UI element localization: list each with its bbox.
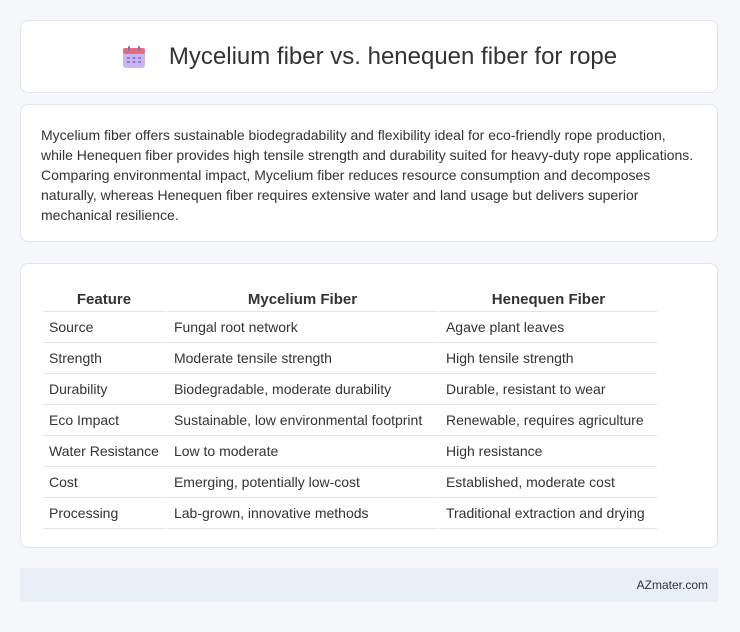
- header-henequen: Henequen Fiber: [436, 286, 657, 312]
- footer-brand: AZmater.com: [636, 578, 708, 592]
- header-feature: Feature: [43, 286, 165, 312]
- table-row: Water Resistance Low to moderate High resi…: [43, 436, 657, 467]
- calendar-icon: [122, 45, 145, 68]
- cell-henequen: Agave plant leaves: [436, 312, 657, 343]
- table-row: Strength Moderate tensile strength High te…: [43, 343, 657, 374]
- cell-feature: Durability: [43, 374, 165, 405]
- cell-mycelium: Lab-grown, innovative methods: [164, 498, 437, 529]
- cell-henequen: High tensile strength: [436, 343, 657, 374]
- cell-henequen: Renewable, requires agriculture: [436, 405, 657, 436]
- table-row: Processing Lab-grown, innovative methods T…: [43, 498, 657, 529]
- cell-henequen: High resistance: [436, 436, 657, 467]
- cell-mycelium: Biodegradable, moderate durability: [164, 374, 437, 405]
- header-mycelium: Mycelium Fiber: [164, 286, 437, 312]
- table-header-row: Feature Mycelium Fiber Henequen Fiber: [43, 286, 657, 312]
- comparison-card: Feature Mycelium Fiber Henequen Fiber So…: [20, 263, 718, 548]
- cell-mycelium: Fungal root network: [164, 312, 437, 343]
- cell-mycelium: Emerging, potentially low-cost: [164, 467, 437, 498]
- cell-mycelium: Low to moderate: [164, 436, 437, 467]
- description-card: Mycelium fiber offers sustainable biodeg…: [20, 104, 718, 242]
- cell-feature: Strength: [43, 343, 165, 374]
- page-title: Mycelium fiber vs. henequen fiber for ro…: [168, 42, 618, 70]
- description-text: Mycelium fiber offers sustainable biodeg…: [41, 127, 694, 223]
- cell-feature: Water Resistance: [43, 436, 165, 467]
- footer: AZmater.com: [20, 568, 718, 602]
- table-row: Durability Biodegradable, moderate durabi…: [43, 374, 657, 405]
- cell-feature: Cost: [43, 467, 165, 498]
- comparison-table: Feature Mycelium Fiber Henequen Fiber So…: [43, 286, 657, 529]
- table-row: Eco Impact Sustainable, low environmental…: [43, 405, 657, 436]
- cell-feature: Processing: [43, 498, 165, 529]
- cell-feature: Eco Impact: [43, 405, 165, 436]
- cell-feature: Source: [43, 312, 165, 343]
- table-row: Cost Emerging, potentially low-cost Establ…: [43, 467, 657, 498]
- table-row: Source Fungal root network Agave plant lea…: [43, 312, 657, 343]
- cell-henequen: Established, moderate cost: [436, 467, 657, 498]
- cell-mycelium: Moderate tensile strength: [164, 343, 437, 374]
- cell-mycelium: Sustainable, low environmental footprint: [164, 405, 437, 436]
- title-card: Mycelium fiber vs. henequen fiber for ro…: [20, 20, 718, 93]
- cell-henequen: Durable, resistant to wear: [436, 374, 657, 405]
- cell-henequen: Traditional extraction and drying: [436, 498, 657, 529]
